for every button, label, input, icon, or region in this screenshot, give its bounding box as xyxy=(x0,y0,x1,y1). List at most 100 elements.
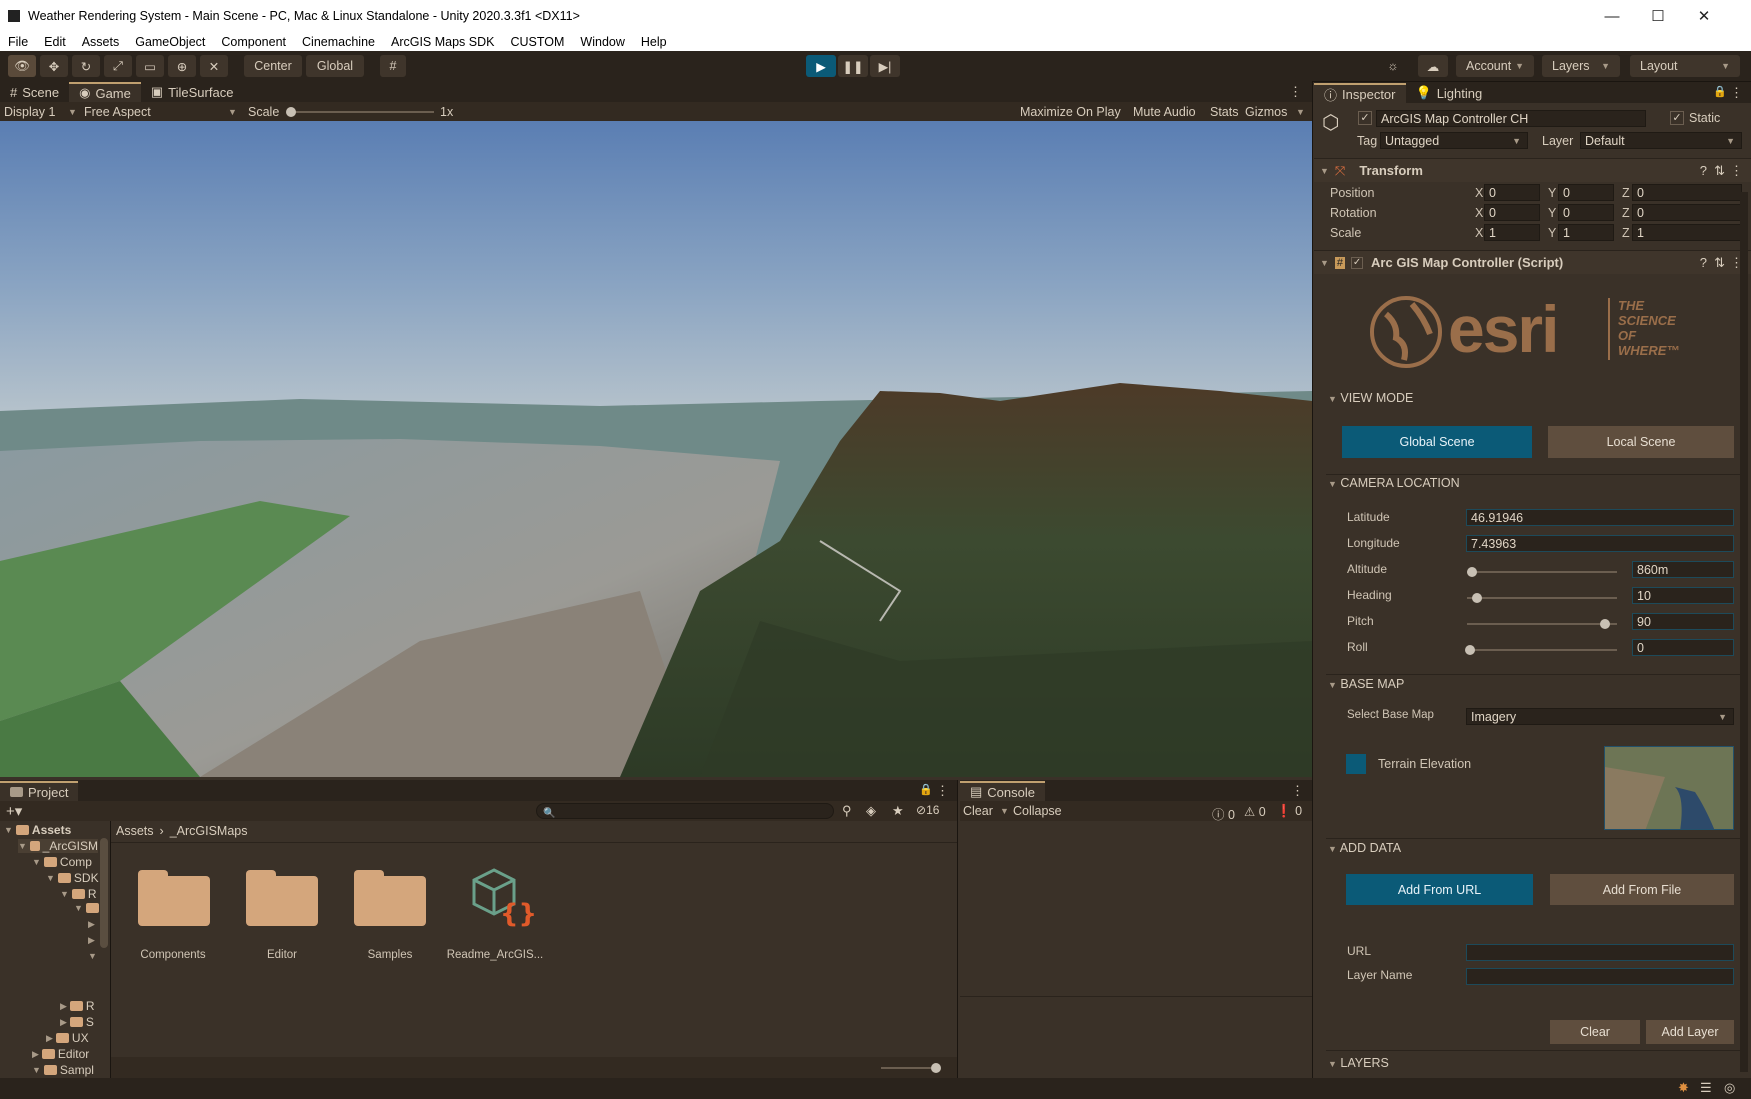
layer-dropdown[interactable]: Default ▼ xyxy=(1580,132,1742,149)
position-y-field[interactable]: 0 xyxy=(1558,184,1614,201)
basemap-thumbnail[interactable] xyxy=(1604,746,1734,830)
hidden-packages-toggle[interactable]: ⊘16 xyxy=(916,803,939,817)
menu-window[interactable]: Window xyxy=(572,35,632,49)
chevron-down-icon[interactable]: ▼ xyxy=(1296,107,1305,117)
more-options-icon[interactable]: ⋮ xyxy=(1730,85,1743,101)
pitch-slider[interactable] xyxy=(1467,623,1617,625)
script-enabled-checkbox[interactable]: ✓ xyxy=(1351,256,1364,269)
heading-slider-knob[interactable] xyxy=(1472,593,1482,603)
add-data-foldout[interactable]: ▼ ADD DATA xyxy=(1328,841,1401,855)
add-from-file-button[interactable]: Add From File xyxy=(1550,874,1734,905)
add-layer-button[interactable]: Add Layer xyxy=(1646,1020,1734,1044)
lock-icon[interactable]: 🔒 xyxy=(1713,85,1727,98)
folder-components[interactable] xyxy=(138,866,210,926)
scale-slider[interactable] xyxy=(290,111,434,113)
cache-server-icon[interactable]: ☰ xyxy=(1700,1080,1712,1096)
chevron-down-icon[interactable]: ▼ xyxy=(1000,806,1009,816)
transform-header[interactable]: ▼ ⤧ Transform ? ⇅ ⋮ xyxy=(1314,158,1751,182)
gizmos-toggle[interactable]: Gizmos xyxy=(1245,105,1287,119)
active-checkbox[interactable]: ✓ xyxy=(1358,111,1372,125)
tree-item-ux[interactable]: ▶ UX xyxy=(46,1031,89,1045)
tab-lighting[interactable]: 💡 Lighting xyxy=(1406,83,1493,103)
menu-gameobject[interactable]: GameObject xyxy=(127,35,213,49)
display-dropdown[interactable]: Display 1 xyxy=(4,105,55,119)
panel-divider[interactable] xyxy=(957,780,958,1078)
base-map-dropdown[interactable]: Imagery ▼ xyxy=(1466,708,1734,725)
grid-snap-icon[interactable]: # xyxy=(380,55,406,77)
tab-game[interactable]: ◉ Game xyxy=(69,82,141,102)
url-input[interactable] xyxy=(1466,944,1734,961)
minimize-button[interactable]: — xyxy=(1589,0,1635,32)
favorite-icon[interactable]: ★ xyxy=(892,803,904,819)
scale-z-field[interactable]: 1 xyxy=(1632,224,1742,241)
longitude-field[interactable]: 7.43963 xyxy=(1466,535,1734,552)
collab-icon[interactable]: ☼ xyxy=(1380,55,1406,77)
maximize-on-play-toggle[interactable]: Maximize On Play xyxy=(1020,105,1121,119)
pitch-field[interactable]: 90 xyxy=(1632,613,1734,630)
account-dropdown[interactable]: Account ▼ xyxy=(1456,55,1534,77)
heading-slider[interactable] xyxy=(1467,597,1617,599)
scale-slider-knob[interactable] xyxy=(286,107,296,117)
progress-icon[interactable]: ✸ xyxy=(1678,1080,1689,1096)
altitude-slider-knob[interactable] xyxy=(1467,567,1477,577)
aspect-dropdown[interactable]: Free Aspect xyxy=(84,105,151,119)
menu-cinemachine[interactable]: Cinemachine xyxy=(294,35,383,49)
add-from-url-button[interactable]: Add From URL xyxy=(1346,874,1533,905)
altitude-field[interactable]: 860m xyxy=(1632,561,1734,578)
layers-foldout[interactable]: ▼ LAYERS xyxy=(1328,1056,1389,1070)
add-asset-icon[interactable]: +▾ xyxy=(6,802,22,820)
mute-audio-toggle[interactable]: Mute Audio xyxy=(1133,105,1196,119)
camera-location-foldout[interactable]: ▼ CAMERA LOCATION xyxy=(1328,476,1460,490)
tree-item-arcgismaps[interactable]: ▼ _ArcGISM xyxy=(18,839,98,853)
tree-scrollbar[interactable] xyxy=(100,838,108,948)
game-view-render[interactable] xyxy=(0,121,1312,777)
tree-item-components[interactable]: ▼ Comp xyxy=(32,855,92,869)
close-button[interactable]: ✕ xyxy=(1681,0,1727,32)
menu-edit[interactable]: Edit xyxy=(36,35,74,49)
tree-item-editor[interactable]: ▶ Editor xyxy=(32,1047,89,1061)
panel-divider[interactable] xyxy=(1312,82,1313,1078)
tab-console[interactable]: ▤ Console xyxy=(960,781,1045,801)
tree-item-sub[interactable]: ▶ xyxy=(88,935,95,946)
transform-tool-icon[interactable]: ⊕ xyxy=(168,55,196,77)
move-tool-icon[interactable]: ✥ xyxy=(40,55,68,77)
tree-item-sub[interactable]: ▶ xyxy=(88,919,95,930)
help-icon[interactable]: ? xyxy=(1700,255,1707,270)
roll-slider[interactable] xyxy=(1467,649,1617,651)
menu-help[interactable]: Help xyxy=(633,35,675,49)
more-options-icon[interactable]: ⋮ xyxy=(1730,163,1743,179)
layout-dropdown[interactable]: Layout ▼ xyxy=(1630,55,1740,77)
latitude-field[interactable]: 46.91946 xyxy=(1466,509,1734,526)
object-name-input[interactable]: ArcGIS Map Controller CH xyxy=(1376,110,1646,127)
console-detail-divider[interactable] xyxy=(960,996,1312,997)
project-search-input[interactable]: 🔍 xyxy=(536,803,834,819)
inspector-scrollbar[interactable] xyxy=(1740,192,1748,1072)
scale-tool-icon[interactable]: ⤢ xyxy=(104,55,132,77)
position-z-field[interactable]: 0 xyxy=(1632,184,1742,201)
play-button[interactable]: ▶ xyxy=(806,55,836,77)
warning-count-toggle[interactable]: ⚠ 0 xyxy=(1244,804,1266,819)
pivot-center-button[interactable]: Center xyxy=(244,55,302,77)
static-label[interactable]: Static xyxy=(1689,111,1720,125)
cloud-icon[interactable]: ☁ xyxy=(1418,55,1448,77)
more-options-icon[interactable]: ⋮ xyxy=(1289,84,1302,100)
static-checkbox[interactable]: ✓ xyxy=(1670,111,1684,125)
pause-button[interactable]: ❚❚ xyxy=(838,55,868,77)
folder-editor[interactable] xyxy=(246,866,318,926)
pitch-slider-knob[interactable] xyxy=(1600,619,1610,629)
info-count-toggle[interactable]: ⓘ 0 xyxy=(1212,804,1235,823)
heading-field[interactable]: 10 xyxy=(1632,587,1734,604)
rect-tool-icon[interactable]: ▭ xyxy=(136,55,164,77)
scale-y-field[interactable]: 1 xyxy=(1558,224,1614,241)
filter-by-label-icon[interactable]: ◈ xyxy=(866,803,876,819)
tab-inspector[interactable]: ⓘ Inspector xyxy=(1314,83,1406,103)
rotation-x-field[interactable]: 0 xyxy=(1484,204,1540,221)
collapse-toggle[interactable]: Collapse xyxy=(1013,804,1062,818)
tab-tilesurface[interactable]: ▣ TileSurface xyxy=(141,82,244,102)
lock-icon[interactable]: 🔒 xyxy=(919,783,933,796)
menu-file[interactable]: File xyxy=(0,35,36,49)
tab-project[interactable]: Project xyxy=(0,781,79,801)
tag-dropdown[interactable]: Untagged ▼ xyxy=(1380,132,1528,149)
preset-icon[interactable]: ⇅ xyxy=(1714,163,1725,179)
custom-tool-icon[interactable]: ✕ xyxy=(200,55,228,77)
